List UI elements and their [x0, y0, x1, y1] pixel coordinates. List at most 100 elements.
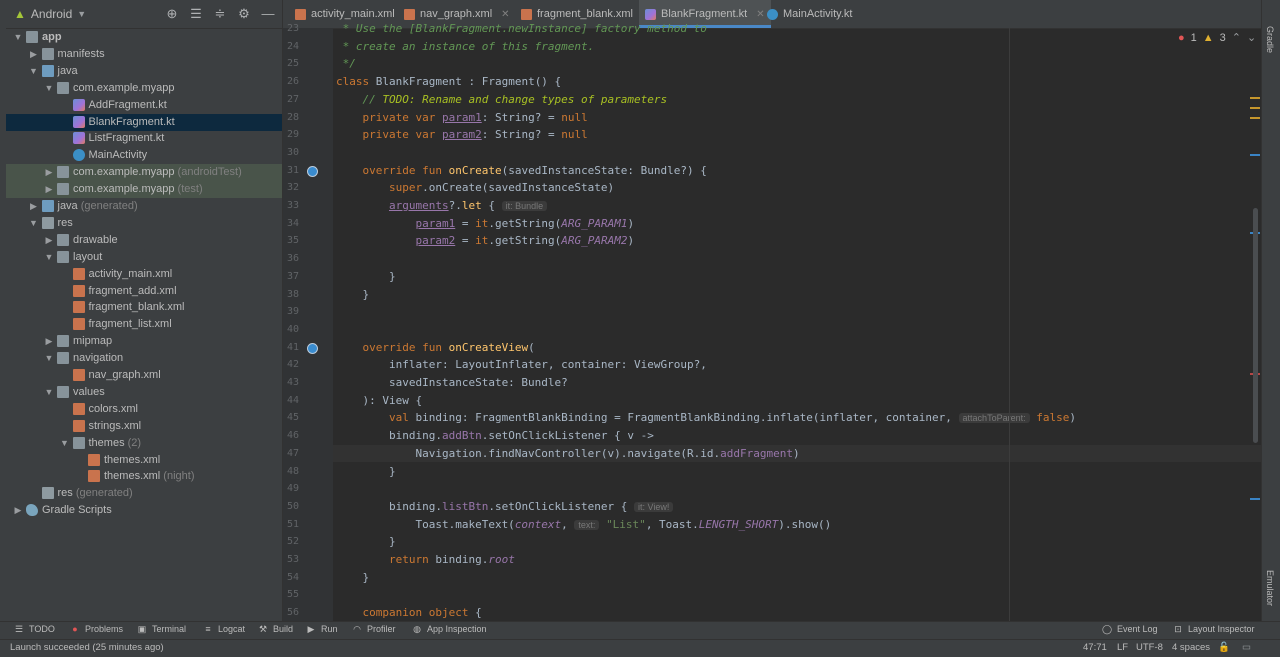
code-token: Navigation.findNavController(v).navigate…: [336, 446, 721, 460]
tree-item[interactable]: MainActivity: [6, 147, 282, 164]
tree-item[interactable]: ▼ res: [6, 215, 282, 232]
tree-item[interactable]: fragment_list.xml: [6, 316, 282, 333]
chevron-down-icon[interactable]: ▼: [29, 63, 39, 80]
tree-item[interactable]: colors.xml: [6, 401, 282, 418]
tree-item[interactable]: activity_main.xml: [6, 266, 282, 283]
override-icon[interactable]: [307, 165, 318, 177]
tree-item[interactable]: ▼ app: [6, 29, 282, 46]
tree-item-label: res (generated): [58, 485, 133, 502]
chevron-down-icon[interactable]: ▼: [44, 80, 54, 97]
chevron-right-icon[interactable]: ▶: [44, 232, 54, 249]
lock-icon[interactable]: 🔓: [1218, 642, 1230, 653]
tree-item-name: fragment_list.xml: [88, 318, 172, 331]
editor-scrollbar[interactable]: [1249, 28, 1261, 621]
scroll-thumb[interactable]: [1253, 208, 1258, 443]
code-line: }: [336, 268, 396, 286]
chevron-down-icon[interactable]: ▼: [13, 29, 23, 46]
tool-window-button[interactable]: ● Problems: [70, 624, 123, 634]
tree-item[interactable]: ▼ themes (2): [6, 435, 282, 452]
tool-window-button[interactable]: ◠ Profiler: [352, 624, 395, 634]
tree-item[interactable]: ▶ mipmap: [6, 333, 282, 350]
gear-icon[interactable]: ⚙: [236, 6, 252, 22]
chevron-right-icon[interactable]: ▶: [29, 198, 39, 215]
caret-position[interactable]: 47:71: [1083, 642, 1107, 653]
tree-item[interactable]: BlankFragment.kt: [6, 113, 282, 131]
chevron-down-icon[interactable]: ▼: [44, 350, 54, 367]
tree-item[interactable]: strings.xml: [6, 418, 282, 435]
tool-window-button[interactable]: ≡ Logcat: [203, 624, 245, 634]
tool-window-button[interactable]: ◯ Event Log: [1102, 624, 1158, 634]
warning-mark[interactable]: [1250, 97, 1260, 99]
tree-item[interactable]: nav_graph.xml: [6, 367, 282, 384]
warning-mark[interactable]: [1250, 117, 1260, 119]
tree-item[interactable]: ▼ com.example.myapp: [6, 80, 282, 97]
chevron-right-icon[interactable]: ▶: [44, 164, 54, 181]
tool-window-button[interactable]: ⚒ Build: [258, 624, 293, 634]
file-encoding[interactable]: UTF-8: [1136, 642, 1163, 653]
tree-item[interactable]: ▶ manifests: [6, 46, 282, 63]
editor-tab[interactable]: MainActivity.kt: [761, 0, 858, 28]
tree-item[interactable]: AddFragment.kt: [6, 97, 282, 114]
chevron-right-icon[interactable]: ▶: [29, 46, 39, 63]
tool-window-button[interactable]: ▣ Terminal: [137, 624, 186, 634]
chevron-down-icon[interactable]: ▼: [29, 215, 39, 232]
chevron-down-icon[interactable]: ▼: [60, 435, 70, 452]
kotlin-class-icon: [767, 8, 778, 20]
parameter-hint: text:: [574, 519, 600, 530]
code-token: //: [362, 92, 383, 106]
tree-item[interactable]: ▶ com.example.myapp (test): [6, 181, 282, 199]
xml-file-icon: [72, 419, 85, 432]
code-token: arguments: [388, 199, 449, 212]
collapse-all-icon[interactable]: ≑: [212, 6, 228, 22]
gradle-tool-tab[interactable]: Gradle: [1265, 26, 1275, 53]
tree-item[interactable]: fragment_add.xml: [6, 283, 282, 300]
memory-indicator-icon[interactable]: ▭: [1242, 642, 1251, 653]
tree-item[interactable]: ▶ Gradle Scripts: [6, 502, 282, 519]
tree-item[interactable]: ▶ com.example.myapp (androidTest): [6, 164, 282, 182]
line-number: 51: [286, 518, 299, 530]
status-message[interactable]: Launch succeeded (25 minutes ago): [10, 642, 164, 653]
tree-item[interactable]: ListFragment.kt: [6, 130, 282, 147]
line-number: 53: [286, 554, 299, 565]
tree-item[interactable]: themes.xml: [6, 452, 282, 469]
code-editor[interactable]: * Use the [BlankFragment.newInstance] fa…: [333, 22, 1261, 621]
tree-item[interactable]: ▶ java (generated): [6, 198, 282, 215]
chevron-right-icon[interactable]: ▶: [44, 333, 54, 350]
line-separator[interactable]: LF: [1117, 642, 1128, 653]
chevron-right-icon[interactable]: ▶: [13, 502, 23, 519]
emulator-tool-tab[interactable]: Emulator: [1265, 570, 1275, 606]
tree-item[interactable]: themes.xml (night): [6, 468, 282, 485]
warning-mark[interactable]: [1250, 107, 1260, 109]
project-view-selector[interactable]: ▲ Android ▼: [14, 7, 86, 21]
tree-item[interactable]: res (generated): [6, 485, 282, 502]
parameter-hint: it: View!: [634, 501, 674, 512]
inspection-widget[interactable]: ● 1 ▲ 3 ⌃ ⌄: [1178, 31, 1256, 45]
tool-window-button[interactable]: ◍ App Inspection: [412, 624, 486, 634]
chevron-right-icon[interactable]: ▶: [44, 181, 54, 198]
override-icon[interactable]: [307, 342, 318, 354]
chevron-down-icon[interactable]: ▼: [44, 384, 54, 401]
tree-item[interactable]: ▶ drawable: [6, 232, 282, 249]
tree-item[interactable]: ▼ navigation: [6, 350, 282, 367]
code-token: onCreate: [448, 163, 502, 177]
locate-file-icon[interactable]: ⊕: [164, 6, 180, 22]
info-mark[interactable]: [1250, 154, 1260, 156]
terminal-icon: ▣: [137, 624, 147, 634]
chevron-down-icon[interactable]: ▼: [44, 249, 54, 266]
tree-item-name: drawable: [73, 233, 118, 246]
chevron-up-icon[interactable]: ⌃: [1232, 31, 1241, 44]
tree-item[interactable]: ▼ layout: [6, 249, 282, 266]
info-mark[interactable]: [1250, 498, 1260, 500]
close-icon[interactable]: ✕: [501, 9, 509, 20]
resource-folder-icon: [41, 216, 54, 229]
code-line: // TODO: Rename and change types of para…: [336, 91, 668, 109]
tree-item[interactable]: ▼ java: [6, 63, 282, 80]
tool-window-button[interactable]: ⊡ Layout Inspector: [1173, 624, 1254, 634]
tool-window-button[interactable]: ▶ Run: [306, 624, 338, 634]
line-number: 33: [286, 200, 299, 211]
tree-item[interactable]: ▼ values: [6, 384, 282, 401]
indent-setting[interactable]: 4 spaces: [1172, 642, 1210, 653]
expand-all-icon[interactable]: ☰: [188, 6, 204, 22]
tool-window-button[interactable]: ☰ TODO: [14, 624, 55, 634]
tree-item[interactable]: fragment_blank.xml: [6, 299, 282, 316]
